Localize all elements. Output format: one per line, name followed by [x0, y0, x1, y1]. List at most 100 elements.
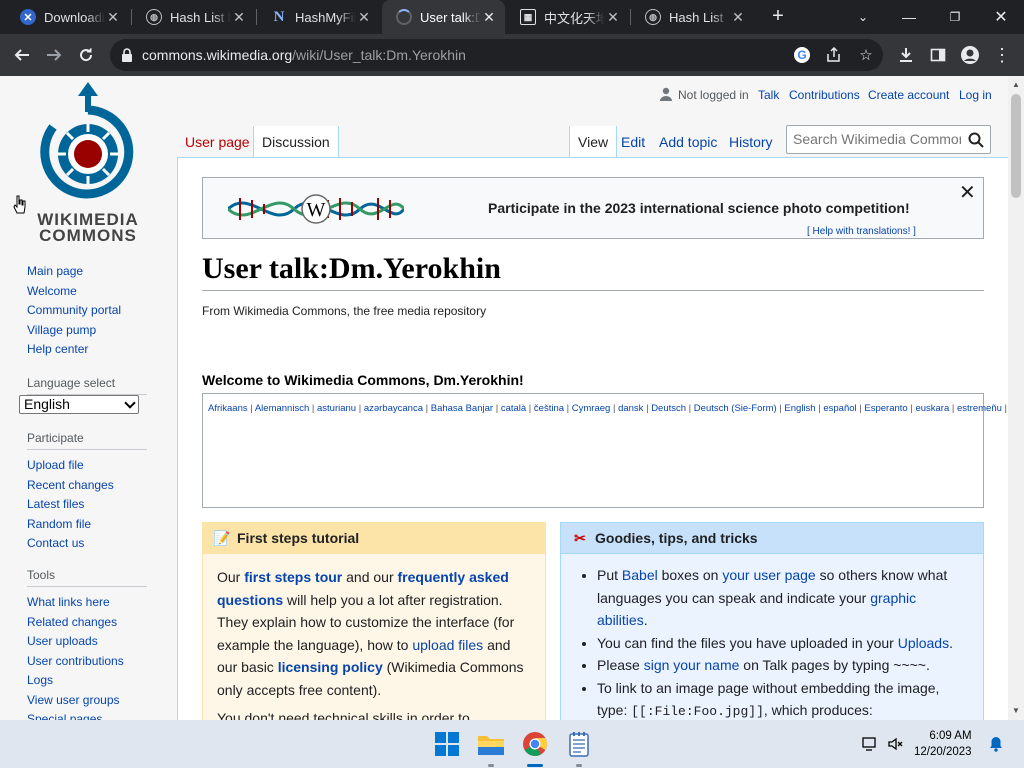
network-icon[interactable] [858, 720, 882, 768]
sidebar-item-user-uploads[interactable]: User uploads [27, 632, 147, 652]
new-tab-button[interactable]: + [766, 4, 790, 28]
tab-chinese-site[interactable]: ▦ 中文化天地 ✕ [506, 0, 629, 34]
bookmark-star-icon[interactable]: ☆ [854, 43, 878, 67]
tab-downloading[interactable]: ✕ Downloading ✕ [6, 0, 129, 34]
scroll-up-arrow-icon[interactable]: ▲ [1012, 80, 1020, 89]
back-button[interactable] [6, 39, 38, 71]
first-steps-tour-link[interactable]: first steps tour [244, 569, 342, 585]
tab-discussion[interactable]: Discussion [253, 126, 339, 157]
address-bar[interactable]: commons.wikimedia.org/wiki/User_talk:Dm.… [110, 39, 883, 71]
tab-add-topic[interactable]: Add topic [651, 126, 725, 157]
minimize-button[interactable]: — [886, 0, 932, 34]
tab-view[interactable]: View [569, 126, 618, 157]
sidebar-item-main-page[interactable]: Main page [27, 262, 121, 282]
close-window-button[interactable]: ✕ [978, 0, 1024, 34]
tab-hash-list[interactable]: ◍ Hash List ✕ [631, 0, 754, 34]
scrollbar-thumb[interactable] [1011, 94, 1021, 198]
babel-link[interactable]: Babel [622, 567, 658, 583]
language-link[interactable]: asturianu [317, 403, 356, 414]
tab-search-chevron-icon[interactable]: ⌄ [840, 0, 886, 34]
share-icon[interactable] [822, 43, 846, 67]
language-selected-value: English [24, 396, 70, 412]
language-link[interactable]: Deutsch [651, 403, 686, 414]
tab-hashmyfiles[interactable]: N HashMyFiles ✕ [257, 0, 380, 34]
sidebar-item-special-pages[interactable]: Special pages [27, 710, 147, 720]
close-icon[interactable]: ✕ [605, 9, 621, 25]
download-icon[interactable] [890, 39, 922, 71]
tab-user-page[interactable]: User page [177, 126, 258, 157]
contributions-link[interactable]: Contributions [789, 88, 860, 102]
reload-button[interactable] [70, 39, 102, 71]
side-panel-icon[interactable] [922, 39, 954, 71]
uploads-link[interactable]: Uploads [898, 635, 949, 651]
language-link[interactable]: dansk [618, 403, 643, 414]
page-scrollbar[interactable]: ▲ ▼ [1008, 76, 1024, 720]
tab-hash-list-by[interactable]: ◍ Hash List by ✕ [132, 0, 255, 34]
wikimedia-commons-logo[interactable]: WIKIMEDIA COMMONS [33, 82, 153, 245]
sidebar-item-random-file[interactable]: Random file [27, 515, 147, 535]
search-input[interactable] [793, 131, 961, 147]
sidebar-item-what-links-here[interactable]: What links here [27, 593, 147, 613]
sidebar-item-contact-us[interactable]: Contact us [27, 534, 147, 554]
login-link[interactable]: Log in [959, 88, 992, 102]
forward-button[interactable] [38, 39, 70, 71]
sidebar-item-user-contributions[interactable]: User contributions [27, 652, 147, 672]
close-icon[interactable]: ✕ [105, 9, 121, 25]
volume-muted-icon[interactable] [884, 720, 908, 768]
language-link[interactable]: español [823, 403, 856, 414]
close-icon[interactable]: ✕ [481, 9, 497, 25]
sidebar-item-welcome[interactable]: Welcome [27, 282, 121, 302]
create-account-link[interactable]: Create account [868, 88, 949, 102]
close-icon[interactable]: ✕ [730, 9, 746, 25]
sidebar-item-related-changes[interactable]: Related changes [27, 613, 147, 633]
close-icon[interactable]: ✕ [356, 9, 372, 25]
language-link[interactable]: Esperanto [864, 403, 907, 414]
sidebar-item-village-pump[interactable]: Village pump [27, 321, 121, 341]
notepad-icon[interactable] [563, 728, 595, 760]
language-link[interactable]: Deutsch (Sie-Form) [694, 403, 777, 414]
language-link[interactable]: Bahasa Banjar [431, 403, 493, 414]
language-link[interactable]: Alemannisch [255, 403, 309, 414]
page-content: W Participate in the 2023 international … [177, 157, 1008, 720]
file-explorer-icon[interactable] [475, 728, 507, 760]
tab-history[interactable]: History [721, 126, 781, 157]
scroll-down-arrow-icon[interactable]: ▼ [1012, 706, 1020, 715]
sidebar-item-view-user-groups[interactable]: View user groups [27, 691, 147, 711]
language-link[interactable]: català [501, 403, 526, 414]
language-separator: | [309, 403, 317, 414]
talk-link[interactable]: Talk [758, 88, 779, 102]
language-link[interactable]: Cymraeg [572, 403, 611, 414]
sidebar-item-community-portal[interactable]: Community portal [27, 301, 121, 321]
sign-your-name-link[interactable]: sign your name [644, 657, 740, 673]
search-icon[interactable] [968, 132, 984, 148]
restore-button[interactable]: ❐ [932, 0, 978, 34]
your-user-page-link[interactable]: your user page [722, 567, 815, 583]
tab-user-talk[interactable]: User talk:Dm.Yerokhin ✕ [382, 0, 505, 34]
language-link[interactable]: azərbaycanca [364, 403, 423, 414]
upload-files-link[interactable]: upload files [412, 637, 483, 653]
start-windows-icon[interactable] [431, 728, 463, 760]
language-link[interactable]: English [784, 403, 815, 414]
language-link[interactable]: Afrikaans [208, 403, 248, 414]
tab-edit[interactable]: Edit [613, 126, 653, 157]
profile-avatar-icon[interactable] [954, 39, 986, 71]
banner-close-icon[interactable]: ✕ [959, 183, 976, 203]
language-link[interactable]: čeština [534, 403, 564, 414]
language-dropdown[interactable]: English [19, 395, 139, 414]
sidebar-item-logs[interactable]: Logs [27, 671, 147, 691]
url-text[interactable]: commons.wikimedia.org/wiki/User_talk:Dm.… [142, 47, 466, 63]
sidebar-item-upload-file[interactable]: Upload file [27, 456, 147, 476]
language-link[interactable]: euskara [915, 403, 949, 414]
chrome-icon[interactable] [519, 728, 551, 760]
close-icon[interactable]: ✕ [231, 9, 247, 25]
language-link[interactable]: estremeñu [957, 403, 1002, 414]
notification-bell-icon[interactable] [984, 720, 1008, 768]
licensing-policy-link[interactable]: licensing policy [278, 659, 383, 675]
menu-kebab-icon[interactable]: ⋮ [986, 39, 1018, 71]
system-clock[interactable]: 6:09 AM 12/20/2023 [914, 728, 972, 760]
banner-help-link[interactable]: [ Help with translations! ] [807, 226, 916, 237]
sidebar-item-help-center[interactable]: Help center [27, 340, 121, 360]
sidebar-item-recent-changes[interactable]: Recent changes [27, 476, 147, 496]
sidebar-item-latest-files[interactable]: Latest files [27, 495, 147, 515]
google-lens-icon[interactable]: G [790, 43, 814, 67]
